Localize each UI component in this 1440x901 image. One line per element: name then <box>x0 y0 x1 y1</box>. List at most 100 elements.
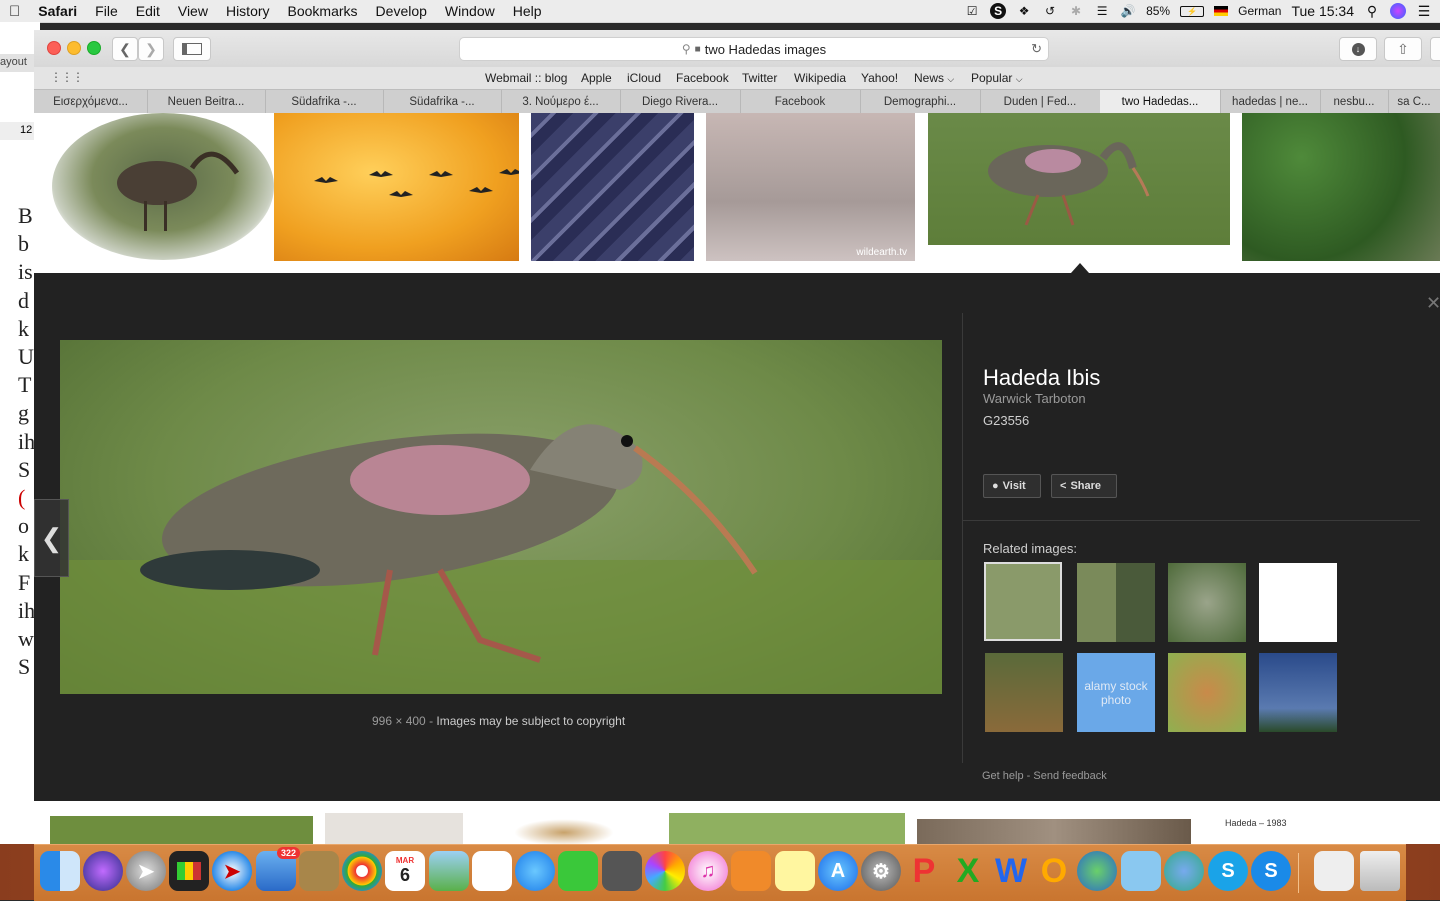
fav-popular[interactable]: Popular ⌵ <box>971 71 1023 85</box>
word-icon[interactable]: W <box>991 851 1031 891</box>
calendar-icon[interactable]: MAR 6 <box>385 851 425 891</box>
reload-icon[interactable]: ↻ <box>1031 41 1042 57</box>
spotlight-search-icon[interactable]: ⚲ <box>1364 3 1380 19</box>
menu-bookmarks[interactable]: Bookmarks <box>279 3 367 19</box>
tab-facebook[interactable]: Facebook <box>740 90 861 114</box>
menu-history[interactable]: History <box>217 3 279 19</box>
remote-desktop-icon[interactable] <box>1121 851 1161 891</box>
skype-business-icon[interactable]: S <box>1251 851 1291 891</box>
copyright-notice[interactable]: Images may be subject to copyright <box>436 714 625 728</box>
outlook-icon[interactable]: O <box>1034 851 1074 891</box>
tab-demographics[interactable]: Demographi... <box>860 90 981 114</box>
image-title[interactable]: Hadeda Ibis <box>983 365 1100 391</box>
fav-twitter[interactable]: Twitter <box>742 71 777 85</box>
battery-icon[interactable]: ⚡ <box>1180 5 1205 17</box>
new-tab-button[interactable] <box>1430 37 1440 61</box>
related-image-7[interactable] <box>1168 653 1246 732</box>
related-image-4[interactable] <box>1259 563 1337 642</box>
result-thumb-b2[interactable] <box>325 813 463 844</box>
address-bar[interactable]: ⚲ ■ two Hadedas images ↻ <box>459 37 1049 61</box>
tab-suedafrika-1[interactable]: Südafrika -... <box>265 90 384 114</box>
related-image-2[interactable] <box>1077 563 1155 642</box>
photo-booth-icon[interactable] <box>602 851 642 891</box>
result-thumb-selected-ibis[interactable] <box>928 113 1230 245</box>
menu-edit[interactable]: Edit <box>127 3 169 19</box>
safari-icon[interactable]: ➤ <box>212 851 252 891</box>
result-thumb-b3[interactable] <box>514 819 614 844</box>
fav-icloud[interactable]: iCloud <box>627 71 661 85</box>
share-button[interactable]: < Share <box>1051 474 1117 498</box>
siri-icon[interactable] <box>1390 3 1406 19</box>
visit-button[interactable]: ● Visit <box>983 474 1041 498</box>
powerpoint-icon[interactable]: P <box>904 851 944 891</box>
itunes-icon[interactable]: ♫ <box>688 851 728 891</box>
related-image-3[interactable] <box>1168 563 1246 642</box>
clock[interactable]: Tue 15:34 <box>1291 3 1354 19</box>
sidebar-toggle-button[interactable] <box>173 37 211 61</box>
result-thumb-flying-birds[interactable] <box>274 113 519 261</box>
trash-icon[interactable] <box>1360 851 1400 891</box>
tab-diego-rivera[interactable]: Diego Rivera... <box>620 90 741 114</box>
related-image-1[interactable] <box>984 562 1062 641</box>
tab-inbox[interactable]: Εισερχόμενα... <box>34 90 148 114</box>
forward-button[interactable]: ❯ <box>138 37 164 61</box>
share-toolbar-button[interactable]: ⇧ <box>1384 37 1422 61</box>
chrome-icon[interactable] <box>342 851 382 891</box>
globe-app-icon[interactable] <box>1077 851 1117 891</box>
result-thumb-b4[interactable] <box>669 813 905 844</box>
skype-status-icon[interactable]: S <box>990 3 1007 19</box>
related-image-5[interactable] <box>985 653 1063 732</box>
result-thumb-feathers[interactable] <box>531 113 694 261</box>
dropbox-icon[interactable]: ❖ <box>1016 3 1032 19</box>
system-preferences-icon[interactable]: ⚙ <box>861 851 901 891</box>
ibooks-icon[interactable] <box>731 851 771 891</box>
notes-icon[interactable] <box>775 851 815 891</box>
result-thumb-b1[interactable] <box>50 816 313 844</box>
messages-icon[interactable] <box>515 851 555 891</box>
tab-nesbu[interactable]: nesbu... <box>1320 90 1389 114</box>
image-source[interactable]: Warwick Tarboton <box>983 391 1086 406</box>
fav-webmail[interactable]: Webmail :: blog <box>485 71 567 85</box>
fav-apple[interactable]: Apple <box>581 71 612 85</box>
notification-center-icon[interactable]: ☰ <box>1416 3 1432 19</box>
volume-icon[interactable]: 🔊 <box>1120 3 1136 19</box>
related-image-6[interactable]: alamy stock photo <box>1077 653 1155 732</box>
previous-image-button[interactable]: ❮ <box>34 499 69 577</box>
main-preview-image[interactable] <box>60 340 942 694</box>
close-window-button[interactable] <box>47 41 61 55</box>
address-bar-text[interactable]: two Hadedas images <box>705 42 826 57</box>
tab-two-hadedas[interactable]: two Hadedas... <box>1100 90 1221 114</box>
result-thumb-nest[interactable] <box>1242 113 1440 261</box>
dashboard-icon[interactable] <box>169 851 209 891</box>
fav-wikipedia[interactable]: Wikipedia <box>794 71 846 85</box>
people-app-icon[interactable] <box>1164 851 1204 891</box>
menu-help[interactable]: Help <box>504 3 551 19</box>
app-store-icon[interactable]: A <box>818 851 858 891</box>
tab-neuen-beitrag[interactable]: Neuen Beitra... <box>147 90 266 114</box>
launchpad-icon[interactable]: ➤ <box>126 851 166 891</box>
tab-duden[interactable]: Duden | Fed... <box>980 90 1101 114</box>
minimize-window-button[interactable] <box>67 41 81 55</box>
tab-sa-c[interactable]: sa C... <box>1388 90 1440 114</box>
facetime-icon[interactable] <box>558 851 598 891</box>
menu-app-name[interactable]: Safari <box>29 3 86 19</box>
close-preview-icon[interactable]: ✕ <box>1426 293 1440 317</box>
downloads-stack-icon[interactable] <box>1314 851 1354 891</box>
downloads-button[interactable]: ↓ <box>1339 37 1377 61</box>
get-help-link[interactable]: Get help <box>982 770 1024 782</box>
menu-file[interactable]: File <box>86 3 127 19</box>
fav-yahoo[interactable]: Yahoo! <box>861 71 898 85</box>
input-language[interactable]: German <box>1238 4 1281 18</box>
tab-suedafrika-2[interactable]: Südafrika -... <box>383 90 502 114</box>
zoom-window-button[interactable] <box>87 41 101 55</box>
favorites-grid-icon[interactable]: ⋮⋮⋮ <box>50 70 84 84</box>
finder-icon[interactable] <box>40 851 80 891</box>
result-thumb-b5[interactable] <box>917 819 1191 844</box>
status-check-icon[interactable]: ☑ <box>964 3 980 19</box>
bluetooth-icon[interactable]: ✱ <box>1068 3 1084 19</box>
maps-icon[interactable] <box>429 851 469 891</box>
excel-icon[interactable]: X <box>948 851 988 891</box>
result-thumb-ibis-oval[interactable] <box>52 113 274 260</box>
related-image-8[interactable] <box>1259 653 1337 732</box>
mail-icon[interactable]: 322 <box>256 847 300 891</box>
